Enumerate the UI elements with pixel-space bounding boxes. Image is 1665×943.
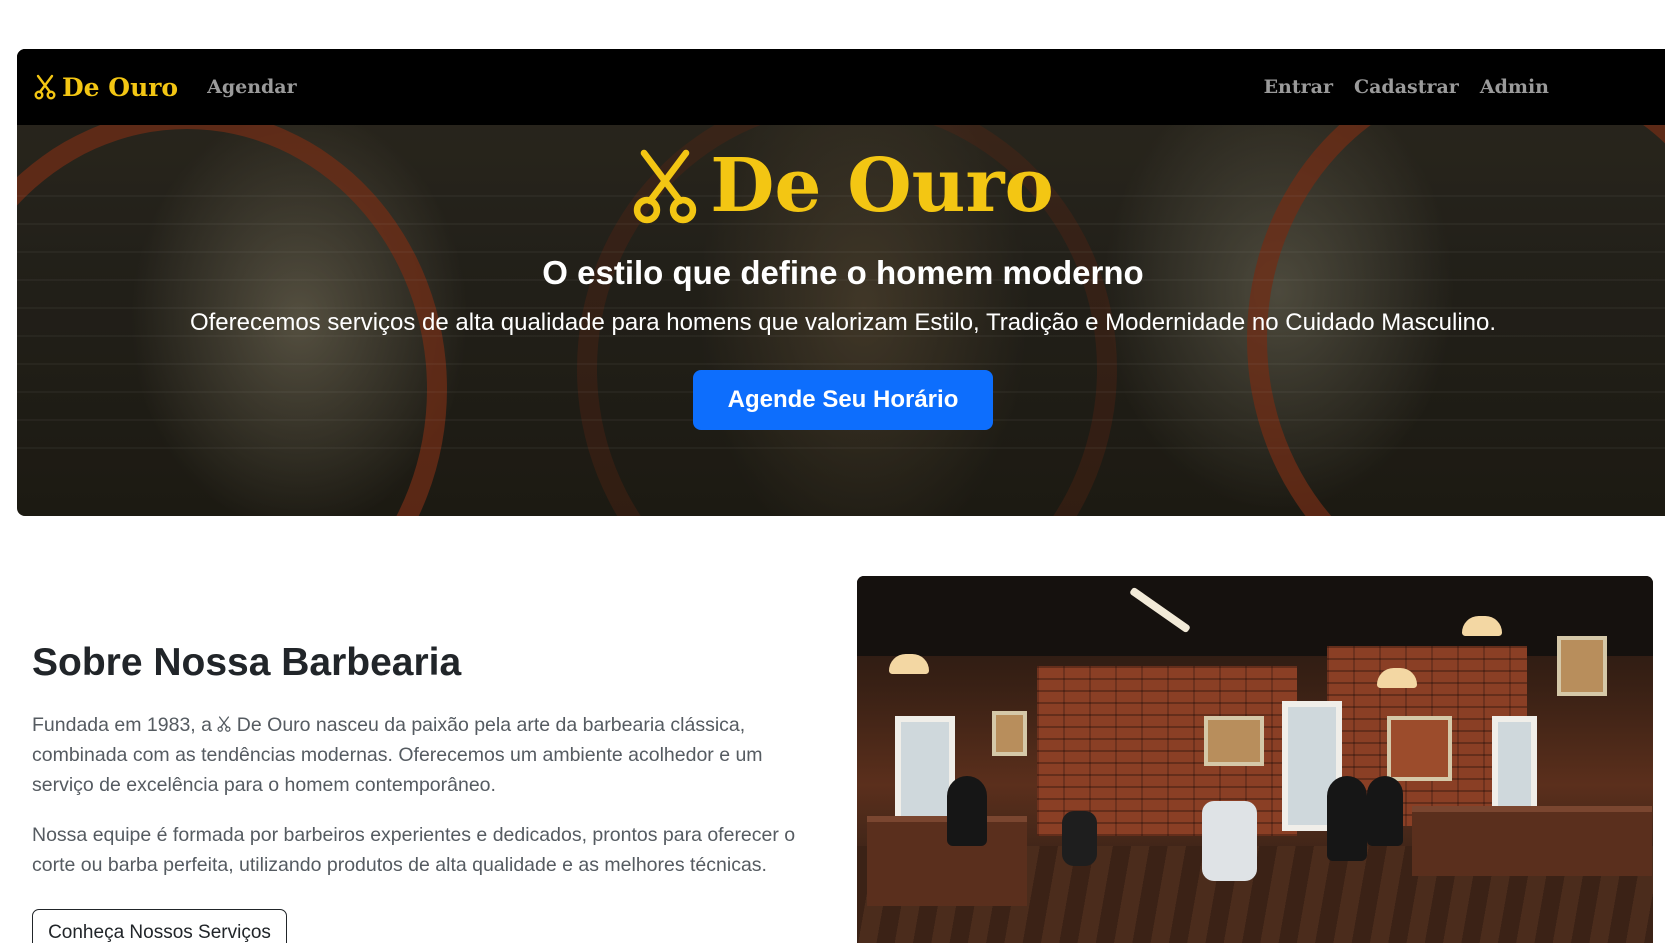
photo-lamp (1462, 616, 1502, 636)
nav-link-admin[interactable]: Admin (1480, 76, 1549, 98)
hero-title: De Ouro (0, 143, 1665, 229)
photo-person (1327, 776, 1367, 861)
photo-window (895, 716, 955, 826)
hero-subtitle: O estilo que define o homem moderno (542, 254, 1144, 291)
about-title: Sobre Nossa Barbearia (32, 641, 462, 684)
schedule-button[interactable]: Agende Seu Horário (693, 370, 993, 430)
about-p1-start: Fundada em 1983, a (32, 714, 218, 736)
photo-person (1367, 776, 1403, 846)
scissors-icon (217, 716, 231, 732)
about-paragraph-1: Fundada em 1983, a De Ouro nasceu da pai… (32, 710, 822, 800)
photo-lamp (889, 654, 929, 674)
nav-right-links: Entrar Cadastrar Admin (1264, 76, 1549, 98)
hero-title-text: De Ouro (710, 143, 1054, 229)
nav-link-entrar[interactable]: Entrar (1264, 76, 1333, 98)
photo-wall-frame (992, 711, 1027, 756)
hero-lead: Oferecemos serviços de alta qualidade pa… (189, 309, 1497, 336)
photo-person (947, 776, 987, 846)
photo-ceiling (857, 576, 1653, 656)
services-button[interactable]: Conheça Nossos Serviços (32, 909, 287, 943)
photo-counter (1412, 806, 1652, 876)
nav-link-cadastrar[interactable]: Cadastrar (1354, 76, 1459, 98)
brand-name: De Ouro (62, 72, 179, 102)
navbar: De Ouro Agendar Entrar Cadastrar Admin (17, 49, 1665, 125)
photo-barber-chair (1202, 801, 1257, 881)
photo-lamp (1377, 668, 1417, 688)
about-paragraph-2: Nossa equipe é formada por barbeiros exp… (32, 824, 796, 876)
photo-wall-frame (1557, 636, 1607, 696)
scissors-icon (34, 74, 56, 100)
barbershop-photo (857, 576, 1653, 943)
photo-chair (1062, 811, 1097, 866)
photo-wall-frame (1204, 716, 1264, 766)
photo-wall-frame (1387, 716, 1452, 781)
scissors-icon (633, 149, 697, 224)
navbar-brand[interactable]: De Ouro (34, 73, 178, 102)
nav-link-agendar[interactable]: Agendar (207, 76, 297, 98)
